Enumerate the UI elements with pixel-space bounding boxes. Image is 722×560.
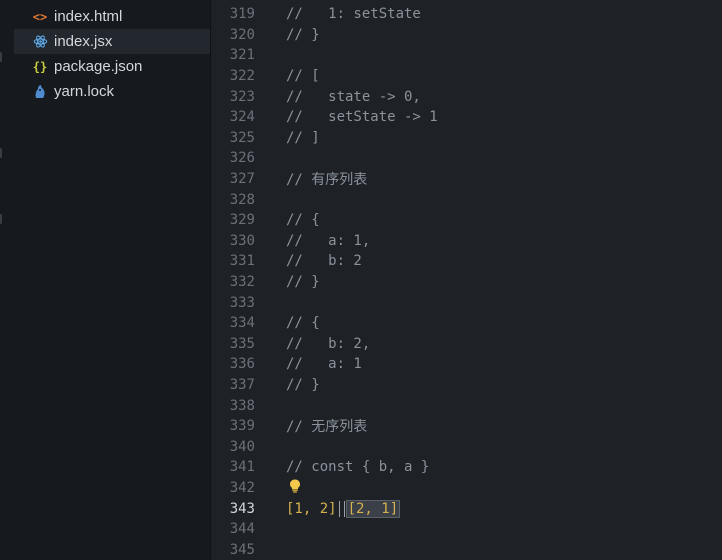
line-number: 336	[229, 356, 255, 373]
code-editor[interactable]: 319 // 1: setState 320 // } 321 322 // [ 323 // …	[211, 0, 722, 560]
line-number: 319	[229, 6, 255, 23]
line-number: 331	[229, 253, 255, 270]
file-item-package-json[interactable]: {} package.json	[0, 54, 210, 79]
edge-tick	[0, 214, 2, 224]
file-explorer-sidebar: <> index.html index.jsx {} package.json …	[0, 0, 211, 560]
line-code: // 1: setState	[286, 6, 421, 23]
line-number: 342	[229, 480, 255, 497]
code-line[interactable]: 339 // 无序列表	[211, 416, 722, 437]
line-number: 335	[229, 335, 255, 352]
code-line[interactable]: 344	[211, 519, 722, 540]
line-code: // 有序列表	[286, 172, 368, 189]
code-line[interactable]: 334 // {	[211, 313, 722, 334]
code-line[interactable]: 321	[211, 45, 722, 66]
line-code: // {	[286, 315, 320, 332]
line-number: 326	[229, 150, 255, 167]
line-code: // [	[286, 68, 320, 85]
code-line[interactable]: 338	[211, 395, 722, 416]
code-line[interactable]: 342	[211, 478, 722, 499]
line-code: // 无序列表	[286, 419, 368, 436]
code-line[interactable]: 328	[211, 189, 722, 210]
code-line[interactable]: 324 // setState -> 1	[211, 107, 722, 128]
code-line[interactable]: 336 // a: 1	[211, 354, 722, 375]
line-number: 333	[229, 294, 255, 311]
file-name: yarn.lock	[54, 83, 115, 100]
line-number: 340	[229, 438, 255, 455]
code-line[interactable]: 320 // }	[211, 25, 722, 46]
code-line[interactable]: 343 [1, 2] [2, 1]	[211, 498, 722, 519]
file-name: index.jsx	[54, 33, 113, 50]
code-line[interactable]: 319 // 1: setState	[211, 4, 722, 25]
line-code: // ]	[286, 129, 320, 146]
line-code: // setState -> 1	[286, 109, 438, 126]
text-cursor	[338, 500, 345, 517]
code-line[interactable]: 325 // ]	[211, 128, 722, 149]
code-line[interactable]: 333	[211, 292, 722, 313]
code-line[interactable]: 331 // b: 2	[211, 251, 722, 272]
line-number: 322	[229, 68, 255, 85]
lightbulb-icon[interactable]	[289, 479, 301, 493]
file-item-index-html[interactable]: <> index.html	[0, 4, 210, 29]
editor-window: <> index.html index.jsx {} package.json …	[0, 0, 722, 560]
line-number: 321	[229, 47, 255, 64]
line-number: 341	[229, 459, 255, 476]
line-number: 330	[229, 232, 255, 249]
code-line[interactable]: 330 // a: 1,	[211, 231, 722, 252]
file-name: package.json	[54, 58, 143, 75]
line-code: // a: 1,	[286, 232, 371, 249]
selected-array-literal[interactable]: [2, 1]	[345, 499, 401, 518]
line-code: // b: 2,	[286, 335, 371, 352]
line-number: 338	[229, 397, 255, 414]
array-literal: [1, 2]	[286, 500, 337, 517]
file-name: index.html	[54, 8, 123, 25]
line-number: 339	[229, 418, 255, 435]
line-number: 345	[229, 541, 255, 558]
line-code: // }	[286, 274, 320, 291]
code-line[interactable]: 332 // }	[211, 272, 722, 293]
line-number: 344	[229, 521, 255, 538]
html-file-icon: <>	[32, 9, 48, 24]
json-file-icon: {}	[32, 59, 48, 74]
line-number: 337	[229, 377, 255, 394]
line-number: 320	[229, 26, 255, 43]
line-number: 325	[229, 129, 255, 146]
code-line[interactable]: 327 // 有序列表	[211, 169, 722, 190]
line-code: // }	[286, 26, 320, 43]
edge-tick	[0, 148, 2, 158]
yarn-file-icon	[32, 84, 48, 100]
line-code: // const { b, a }	[286, 459, 430, 476]
line-number: 332	[229, 274, 255, 291]
line-code: // a: 1	[286, 356, 362, 373]
file-item-index-jsx[interactable]: index.jsx	[14, 29, 210, 54]
code-line[interactable]: 326	[211, 148, 722, 169]
code-line[interactable]: 340	[211, 437, 722, 458]
line-number: 334	[229, 315, 255, 332]
file-item-yarn-lock[interactable]: yarn.lock	[0, 79, 210, 104]
line-number: 343	[229, 500, 255, 517]
code-line[interactable]: 335 // b: 2,	[211, 334, 722, 355]
line-code: // {	[286, 212, 320, 229]
code-line[interactable]: 322 // [	[211, 66, 722, 87]
line-number: 327	[229, 171, 255, 188]
code-line[interactable]: 337 // }	[211, 375, 722, 396]
line-code: // }	[286, 377, 320, 394]
line-code: // b: 2	[286, 253, 362, 270]
line-code: [1, 2] [2, 1]	[286, 499, 401, 518]
react-file-icon	[32, 34, 48, 50]
line-code: // state -> 0,	[286, 88, 421, 105]
line-number: 329	[229, 212, 255, 229]
code-line[interactable]: 341 // const { b, a }	[211, 457, 722, 478]
line-number: 323	[229, 88, 255, 105]
code-line[interactable]: 329 // {	[211, 210, 722, 231]
line-number: 328	[229, 191, 255, 208]
line-number: 324	[229, 109, 255, 126]
code-line[interactable]: 345	[211, 540, 722, 560]
code-line[interactable]: 323 // state -> 0,	[211, 86, 722, 107]
file-list: <> index.html index.jsx {} package.json …	[0, 4, 210, 104]
